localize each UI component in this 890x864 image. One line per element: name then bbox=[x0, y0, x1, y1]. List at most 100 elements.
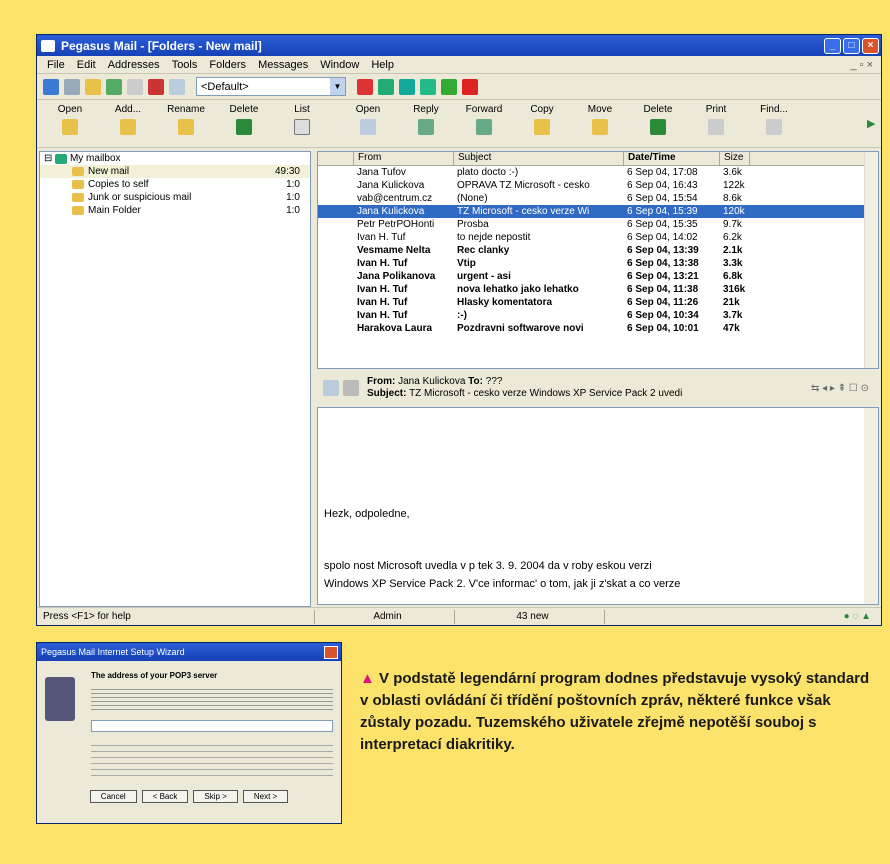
table-row[interactable]: Petr PetrPOHonti Prosba 6 Sep 04, 15:35 9.7… bbox=[318, 218, 878, 231]
check-mail-icon[interactable] bbox=[399, 78, 415, 95]
image-icon[interactable] bbox=[169, 78, 185, 95]
folder-item[interactable]: Copies to self 1:0 bbox=[40, 178, 310, 191]
table-row[interactable]: Ivan H. Tuf to nejde nepostit 6 Sep 04, 14… bbox=[318, 231, 878, 244]
mdi-controls[interactable]: _ ▫ × bbox=[844, 59, 881, 71]
dialog-title-bar[interactable]: Pegasus Mail Internet Setup Wizard bbox=[37, 643, 341, 661]
folders-icon[interactable] bbox=[85, 78, 101, 95]
folder-item[interactable]: Junk or suspicious mail 1:0 bbox=[40, 191, 310, 204]
message-open-button[interactable]: Open bbox=[339, 100, 397, 147]
figure-caption: ▲ V podstatě legendární program dodnes p… bbox=[360, 670, 870, 753]
cancel-button[interactable]: Cancel bbox=[89, 790, 137, 803]
folder-tree: ⊟ My mailbox New mail 49:30 Copies to sel… bbox=[39, 151, 311, 607]
row-date: 6 Sep 04, 16:43 bbox=[627, 180, 698, 191]
copy-button[interactable]: Copy bbox=[513, 100, 571, 147]
maximize-icon[interactable]: □ bbox=[843, 37, 860, 54]
row-date: 6 Sep 04, 15:35 bbox=[627, 219, 698, 230]
menu-edit[interactable]: Edit bbox=[71, 59, 102, 71]
folder-root[interactable]: ⊟ My mailbox bbox=[40, 152, 310, 165]
row-from: Ivan H. Tuf bbox=[357, 297, 408, 308]
read-mail-icon[interactable] bbox=[64, 78, 80, 95]
identity-select[interactable]: <Default> ▼ bbox=[196, 77, 346, 96]
setup-wizard-dialog: Pegasus Mail Internet Setup Wizard The a… bbox=[36, 642, 342, 824]
row-date: 6 Sep 04, 15:54 bbox=[627, 193, 698, 204]
menu-folders[interactable]: Folders bbox=[203, 59, 252, 71]
menu-help[interactable]: Help bbox=[365, 59, 400, 71]
table-row[interactable]: Vesmame Nelta Rec clanky 6 Sep 04, 13:39 2.… bbox=[318, 244, 878, 257]
move-button[interactable]: Move bbox=[571, 100, 629, 147]
print-button[interactable]: Print bbox=[687, 100, 745, 147]
table-row[interactable]: Jana Kulickova OPRAVA TZ Microsoft - cesk… bbox=[318, 179, 878, 192]
row-date: 6 Sep 04, 14:02 bbox=[627, 232, 698, 243]
dialog-instructions bbox=[91, 740, 333, 780]
folder-delete-button[interactable]: Delete bbox=[215, 100, 273, 147]
back-button[interactable]: < Back bbox=[141, 790, 189, 803]
printer-icon bbox=[708, 119, 724, 135]
send-mail-icon[interactable] bbox=[420, 78, 436, 95]
action-toolbar: Open Add... Rename Delete List Open Repl… bbox=[37, 100, 881, 148]
network-icon[interactable] bbox=[378, 78, 394, 95]
bug-icon[interactable] bbox=[462, 78, 478, 95]
menu-tools[interactable]: Tools bbox=[166, 59, 204, 71]
reply-button[interactable]: Reply bbox=[397, 100, 455, 147]
dictionary-icon[interactable] bbox=[357, 78, 373, 95]
title-bar[interactable]: Pegasus Mail - [Folders - New mail] _ □ … bbox=[37, 35, 881, 56]
folder-list-button[interactable]: List bbox=[273, 100, 331, 147]
preview-open-icon[interactable] bbox=[323, 380, 339, 396]
move-icon bbox=[592, 119, 608, 135]
minimize-icon[interactable]: _ bbox=[824, 37, 841, 54]
status-bar: Press <F1> for help Admin 43 new ● ◌ ▲ bbox=[37, 607, 881, 625]
preview-delete-icon[interactable] bbox=[343, 380, 359, 396]
pop3-server-input[interactable] bbox=[91, 720, 333, 732]
message-list-scrollbar[interactable] bbox=[864, 152, 878, 368]
menu-file[interactable]: File bbox=[41, 59, 71, 71]
folder-rename-icon bbox=[178, 119, 194, 135]
folder-add-button[interactable]: Add... bbox=[99, 100, 157, 147]
skip-button[interactable]: Skip > bbox=[193, 790, 238, 803]
find-button[interactable]: Find... bbox=[745, 100, 803, 147]
status-user: Admin bbox=[315, 609, 455, 624]
trash-icon bbox=[236, 119, 252, 135]
folder-open-button[interactable]: Open bbox=[41, 100, 99, 147]
table-row[interactable]: Jana Tufov plato docto :-) 6 Sep 04, 17:08… bbox=[318, 166, 878, 179]
close-icon[interactable]: × bbox=[862, 37, 879, 54]
message-preview: Hezk, odpoledne, spolo nost Microsoft uv… bbox=[317, 407, 879, 605]
table-row[interactable]: Harakova Laura Pozdravni softwarove novi 6… bbox=[318, 322, 878, 335]
toolbar-more-icon[interactable]: ▶ bbox=[867, 100, 881, 147]
folder-item[interactable]: New mail 49:30 bbox=[40, 165, 310, 178]
menu-window[interactable]: Window bbox=[314, 59, 365, 71]
column-date[interactable]: Date/Time bbox=[624, 152, 720, 165]
table-row[interactable]: Ivan H. Tuf nova lehatko jako lehatko 6 Se… bbox=[318, 283, 878, 296]
preview-scrollbar[interactable] bbox=[864, 408, 878, 604]
table-row[interactable]: Jana Kulickova TZ Microsoft - cesko verze… bbox=[318, 205, 878, 218]
reply-icon bbox=[418, 119, 434, 135]
menu-addresses[interactable]: Addresses bbox=[102, 59, 166, 71]
filter-icon[interactable] bbox=[148, 78, 164, 95]
table-row[interactable]: vab@centrum.cz (None) 6 Sep 04, 15:54 8.6k bbox=[318, 192, 878, 205]
folder-item[interactable]: Main Folder 1:0 bbox=[40, 204, 310, 217]
dialog-description bbox=[91, 686, 333, 710]
mailbox-icon bbox=[55, 153, 68, 164]
column-size[interactable]: Size bbox=[720, 152, 750, 165]
table-row[interactable]: Ivan H. Tuf Vtip 6 Sep 04, 13:38 3.3k bbox=[318, 257, 878, 270]
forward-button[interactable]: Forward bbox=[455, 100, 513, 147]
dialog-close-icon[interactable] bbox=[324, 645, 338, 659]
preview-nav-icons[interactable]: ⇆ ◂ ▸ ⇞ ☐ ⊙ bbox=[811, 383, 869, 394]
table-row[interactable]: Ivan H. Tuf Hlasky komentatora 6 Sep 04, 1… bbox=[318, 296, 878, 309]
print-icon[interactable] bbox=[127, 78, 143, 95]
message-delete-button[interactable]: Delete bbox=[629, 100, 687, 147]
column-from[interactable]: From bbox=[354, 152, 454, 165]
addressbook-icon[interactable] bbox=[106, 78, 122, 95]
next-button[interactable]: Next > bbox=[242, 790, 289, 803]
table-row[interactable]: Ivan H. Tuf:-) 6 Sep 04, 10:34 3.7k bbox=[318, 309, 878, 322]
column-subject[interactable]: Subject bbox=[454, 152, 624, 165]
row-from: Vesmame Nelta bbox=[357, 245, 431, 256]
new-message-icon[interactable] bbox=[43, 78, 59, 95]
dollar-icon[interactable] bbox=[441, 78, 457, 95]
table-row[interactable]: Jana Polikanova urgent - asi 6 Sep 04, 13:… bbox=[318, 270, 878, 283]
status-help: Press <F1> for help bbox=[37, 609, 315, 624]
expand-icon[interactable]: ⊟ bbox=[44, 153, 52, 164]
folder-rename-button[interactable]: Rename bbox=[157, 100, 215, 147]
menu-messages[interactable]: Messages bbox=[252, 59, 314, 71]
row-from: vab@centrum.cz bbox=[357, 193, 433, 204]
window-title: Pegasus Mail - [Folders - New mail] bbox=[61, 38, 262, 53]
